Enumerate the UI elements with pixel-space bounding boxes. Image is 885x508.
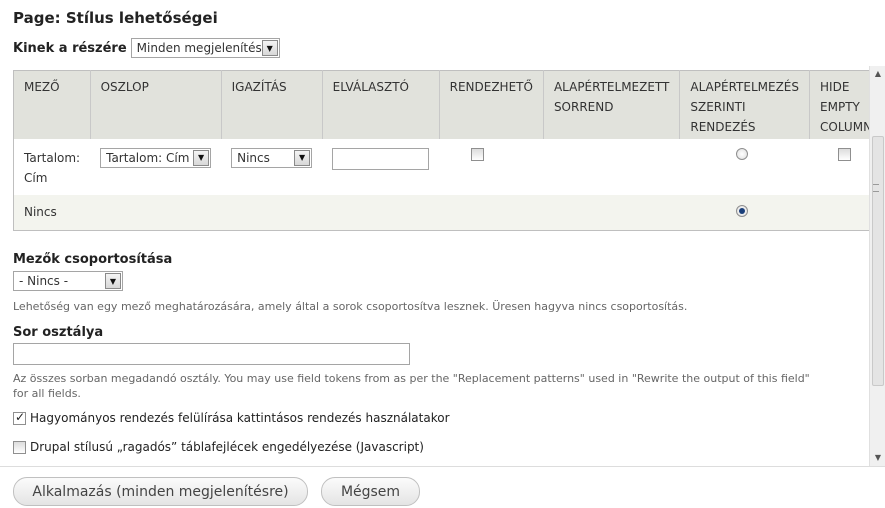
grouping-description: Lehetőség van egy mező meghatározására, … (13, 300, 688, 313)
scroll-up-arrow-icon[interactable]: ▲ (872, 68, 884, 80)
vertical-scrollbar[interactable]: ▲ ▼ (869, 66, 885, 466)
override-sort-checkbox[interactable] (13, 410, 26, 425)
row-class-description-line1: Az összes sorban megadandó osztály. You … (13, 372, 810, 385)
chevron-down-icon: ▼ (193, 149, 210, 166)
column-cell: Tartalom: Cím ▼ (90, 138, 222, 195)
align-select[interactable]: Nincs ▼ (231, 147, 313, 168)
form-actions: Alkalmazás (minden megjelenítésre) Mégse… (0, 466, 885, 508)
for-display-row: Kinek a részére Minden megjelenítés ▼ (13, 38, 280, 58)
sticky-header-label: Drupal stílusú „ragadós” táblafejlécek e… (30, 440, 424, 454)
chevron-down-icon: ▼ (261, 40, 278, 56)
default-sort-radio-none[interactable] (735, 204, 748, 217)
header-column: OSZLOP (90, 70, 222, 139)
align-cell: Nincs ▼ (221, 138, 323, 195)
header-default-order: ALAPÉRTELMEZETT SORREND (543, 70, 681, 139)
grouping-select[interactable]: - Nincs - ▼ (13, 271, 123, 291)
apply-button[interactable]: Alkalmazás (minden megjelenítésre) (13, 477, 308, 506)
sortable-checkbox[interactable] (471, 147, 485, 161)
table-row: Tartalom: Cím Tartalom: Cím ▼ Nincs ▼ (13, 138, 883, 195)
grouping-select-value: - Nincs - (19, 274, 69, 288)
scrollbar-thumb[interactable] (872, 136, 884, 386)
override-sort-label: Hagyományos rendezés felülírása kattintá… (30, 411, 450, 425)
default-sort-cell (679, 138, 810, 195)
separator-cell (322, 138, 440, 195)
row-class-description-line2: for all fields. (13, 387, 81, 400)
for-display-label: Kinek a részére (13, 40, 127, 56)
override-sort-option[interactable]: Hagyományos rendezés felülírása kattintá… (13, 410, 450, 425)
header-align: IGAZÍTÁS (221, 70, 323, 139)
row-class-input[interactable] (13, 343, 410, 365)
options-scroll-area: MEZŐ OSZLOP IGAZÍTÁS ELVÁLASZTÓ RENDEZHE… (0, 66, 885, 466)
align-select-value: Nincs (237, 150, 270, 165)
scrollbar-grip-icon (873, 184, 879, 192)
field-name-cell: Tartalom: Cím (13, 138, 91, 195)
row-class-heading: Sor osztálya (13, 325, 104, 340)
fields-table: MEZŐ OSZLOP IGAZÍTÁS ELVÁLASZTÓ RENDEZHE… (13, 70, 884, 231)
field-name-cell: Nincs (13, 194, 91, 231)
scroll-down-arrow-icon[interactable]: ▼ (872, 452, 884, 464)
table-row: Nincs (13, 194, 883, 231)
for-display-value: Minden megjelenítés (136, 41, 262, 55)
table-header-row: MEZŐ OSZLOP IGAZÍTÁS ELVÁLASZTÓ RENDEZHE… (13, 70, 883, 139)
chevron-down-icon: ▼ (105, 273, 121, 289)
grouping-heading: Mezők csoportosítása (13, 252, 173, 267)
sticky-header-option[interactable]: Drupal stílusú „ragadós” táblafejlécek e… (13, 440, 424, 454)
sticky-header-checkbox[interactable] (13, 440, 26, 454)
sortable-cell (439, 138, 544, 195)
column-select-value: Tartalom: Cím (106, 150, 190, 165)
header-separator: ELVÁLASZTÓ (322, 70, 440, 139)
column-select[interactable]: Tartalom: Cím ▼ (100, 147, 212, 168)
default-order-cell (543, 138, 680, 195)
default-sort-radio[interactable] (735, 147, 748, 160)
chevron-down-icon: ▼ (294, 149, 311, 166)
hide-empty-checkbox[interactable] (837, 147, 851, 161)
for-display-select[interactable]: Minden megjelenítés ▼ (130, 38, 280, 58)
separator-input[interactable] (332, 147, 430, 170)
cancel-button[interactable]: Mégsem (321, 477, 420, 506)
header-sortable: RENDEZHETŐ (439, 70, 544, 139)
default-sort-cell (679, 194, 810, 231)
page-title: Page: Stílus lehetőségei (13, 9, 218, 27)
header-field: MEZŐ (13, 70, 91, 139)
header-default-sort: ALAPÉRTELMEZÉS SZERINTI RENDEZÉS (679, 70, 811, 139)
